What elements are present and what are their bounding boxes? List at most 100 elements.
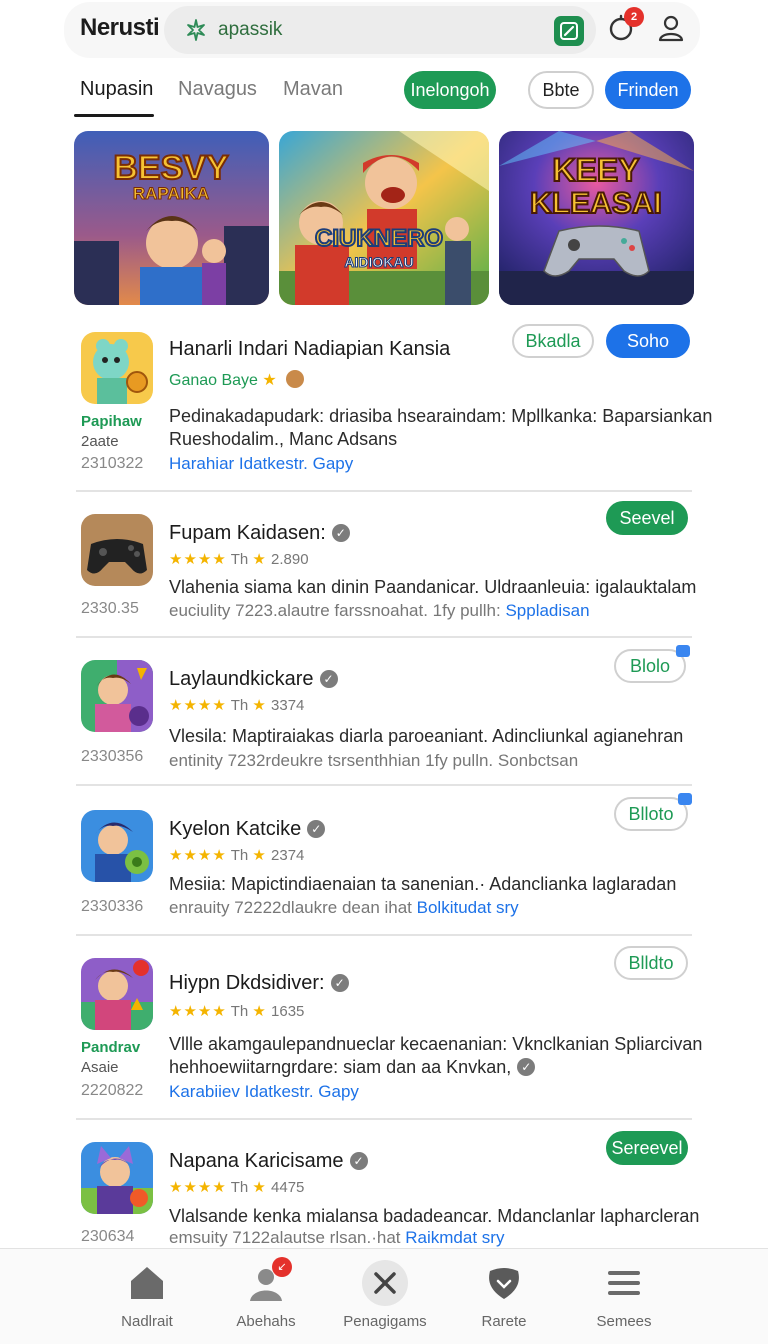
list-item[interactable]: Hiypn Dkdsidiver: ✓ ★★★★ Th ★ 1635 Pandra… [76,946,702,1118]
app-name: Kyelon Katcike ✓ [169,818,326,841]
rating-label: Th [230,551,249,568]
filter-chip-blue[interactable]: Frinden [605,71,691,109]
verified-icon: ✓ [319,670,338,688]
list-item[interactable]: Laylaundkickare ✓ ★★★★ Th ★ 3374 2330356 … [76,645,692,784]
banner-artwork: CIUKNERO AIDIOKAU [279,131,489,305]
banner-1-subtitle: RAPAIKA [133,184,209,203]
chat-badge-icon [676,645,690,657]
app-name-text: Fupam Kaidasen: [169,522,326,544]
star-icon: ★★★★ [169,847,227,864]
divider [76,490,692,492]
action-button[interactable]: Blolo [614,645,690,683]
app-name: Fupam Kaidasen: ✓ [169,522,350,545]
app-subtitle: Ganao Baye ★ [169,370,305,390]
home-icon [127,1263,167,1303]
side-label: Papihaw [81,413,142,430]
side-number: 2330356 [81,748,144,765]
app-rating: ★★★★ Th ★ 3374 [169,696,304,714]
person-icon: ↙ [246,1257,292,1303]
rating-count: 1635 [271,1003,305,1020]
app-link[interactable]: Raikmdat sry [405,1228,504,1247]
nav-label: Nadlrait [121,1313,173,1330]
star-icon: ★ [252,1003,267,1020]
star-icon: ★ [252,551,267,568]
rating-count: 2374 [271,847,305,864]
app-name: Napana Karicisame ✓ [169,1150,368,1173]
app-link[interactable]: Harahiar Idatkestr. Gapy [169,454,353,474]
rating-count: 4475 [271,1179,305,1196]
app-icon-fox-character [81,1142,153,1214]
banner-2-title: CIUKNERO [315,225,443,252]
tab-nupasin[interactable]: Nupasin [80,78,153,101]
app-link[interactable]: Karabiiev Idatkestr. Gapy [169,1082,359,1102]
app-name: Hiypn Dkdsidiver: ✓ [169,972,349,995]
action-button[interactable]: Blloto [614,793,692,831]
rating-label: Th [230,697,249,714]
app-description-line1: Pedinakadapudark: driasiba hsearaindam: … [169,406,713,426]
nav-item-rate[interactable]: Rarete [449,1263,559,1330]
app-rating: ★★★★ Th ★ 4475 [169,1178,304,1196]
verified-icon: ✓ [330,974,349,992]
nav-item-home[interactable]: Nadlrait [92,1263,202,1330]
app-name: Hanarli Indari Nadiapian Kansia [169,338,451,360]
list-item[interactable]: Napana Karicisame ✓ ★★★★ Th ★ 4475 230634… [76,1131,699,1247]
side-number: 2330.35 [81,600,139,617]
star-icon: ★ [252,847,267,864]
search-bar[interactable]: apassik [164,6,596,54]
developer-name: Ganao Baye [169,372,258,389]
tab-navagus[interactable]: Navagus [178,78,257,101]
filter-chip-outline[interactable]: Bbte [528,71,594,109]
profile-icon[interactable] [656,13,686,43]
app-description-line2: hehhoewiitarngrdare: siam dan aa Knvkan,… [169,1057,536,1078]
install-button[interactable]: Sereevel [606,1131,688,1165]
app-description-line1: Vlahenia siama kan dinin Paandanicar. Ul… [169,577,697,597]
shield-heart-icon [484,1263,524,1303]
app-description-line1: Vlalsande kenka mialansa badadeancar. Md… [169,1206,700,1226]
banner-3-subtitle: KLEASAI [530,187,662,220]
app-icon-controller [81,514,153,586]
featured-banner-2[interactable]: CIUKNERO AIDIOKAU [279,131,489,305]
app-name-text: Laylaundkickare [169,668,314,690]
nav-item-menu[interactable]: Semees [569,1263,679,1330]
side-sublabel: Asaie [81,1059,119,1076]
nav-item-center[interactable]: Penagigams [330,1260,440,1330]
install-button[interactable]: Seevel [606,501,688,535]
app-link[interactable]: Bolkitudat sry [417,898,519,917]
side-sublabel: 2aate [81,433,119,450]
star-icon: ★★★★ [169,1003,227,1020]
nav-label: Rarete [481,1313,527,1330]
divider [76,784,692,786]
nav-badge: ↙ [272,1257,292,1277]
banner-artwork: BESVY RAPAIKA [74,131,269,305]
filter-chip-green[interactable]: Inelongoh [404,71,496,109]
app-rating: ★★★★ Th ★ 2.890 [169,550,309,568]
secondary-action-button[interactable]: Bkadla [512,324,594,358]
app-icon-warrior [81,958,153,1030]
banner-artwork: KEEY KLEASAI [499,131,694,305]
action-label: Blolo [629,656,671,676]
action-button[interactable]: Blldto [614,946,688,980]
compose-button[interactable] [554,16,584,46]
primary-action-button[interactable]: Soho [606,324,690,358]
side-number: 230634 [81,1228,135,1245]
rating-label: Th [230,1179,249,1196]
featured-banner-3[interactable]: KEEY KLEASAI [499,131,694,305]
list-item[interactable]: Kyelon Katcike ✓ ★★★★ Th ★ 2374 2330336 M… [76,793,692,934]
verified-icon: ✓ [349,1152,368,1170]
list-item[interactable]: Fupam Kaidasen: ✓ ★★★★ Th ★ 2.890 2330.35… [76,501,696,636]
side-label: Pandrav [81,1039,141,1056]
nav-item-profile[interactable]: ↙ Abehahs [211,1257,321,1330]
app-icon-mascot [81,332,153,404]
list-item[interactable]: Hanarli Indari Nadiapian Kansia Ganao Ba… [76,324,712,490]
nav-label: Abehahs [236,1313,296,1330]
description-text: hehhoewiitarngrdare: siam dan aa Knvkan, [169,1057,512,1077]
bottom-navigation: Nadlrait ↙ Abehahs Penagigams Rarete Sem… [0,1248,768,1344]
search-input[interactable]: apassik [218,19,282,41]
app-link[interactable]: Sppladisan [505,601,589,620]
side-number: 2310322 [81,455,144,472]
tab-mavan[interactable]: Mavan [283,78,343,101]
featured-banner-1[interactable]: BESVY RAPAIKA [74,131,269,305]
divider [76,934,692,936]
star-icon: ★ [252,697,267,714]
description-text: emsuity 7122alautse rlsan.·hat [169,1228,401,1247]
